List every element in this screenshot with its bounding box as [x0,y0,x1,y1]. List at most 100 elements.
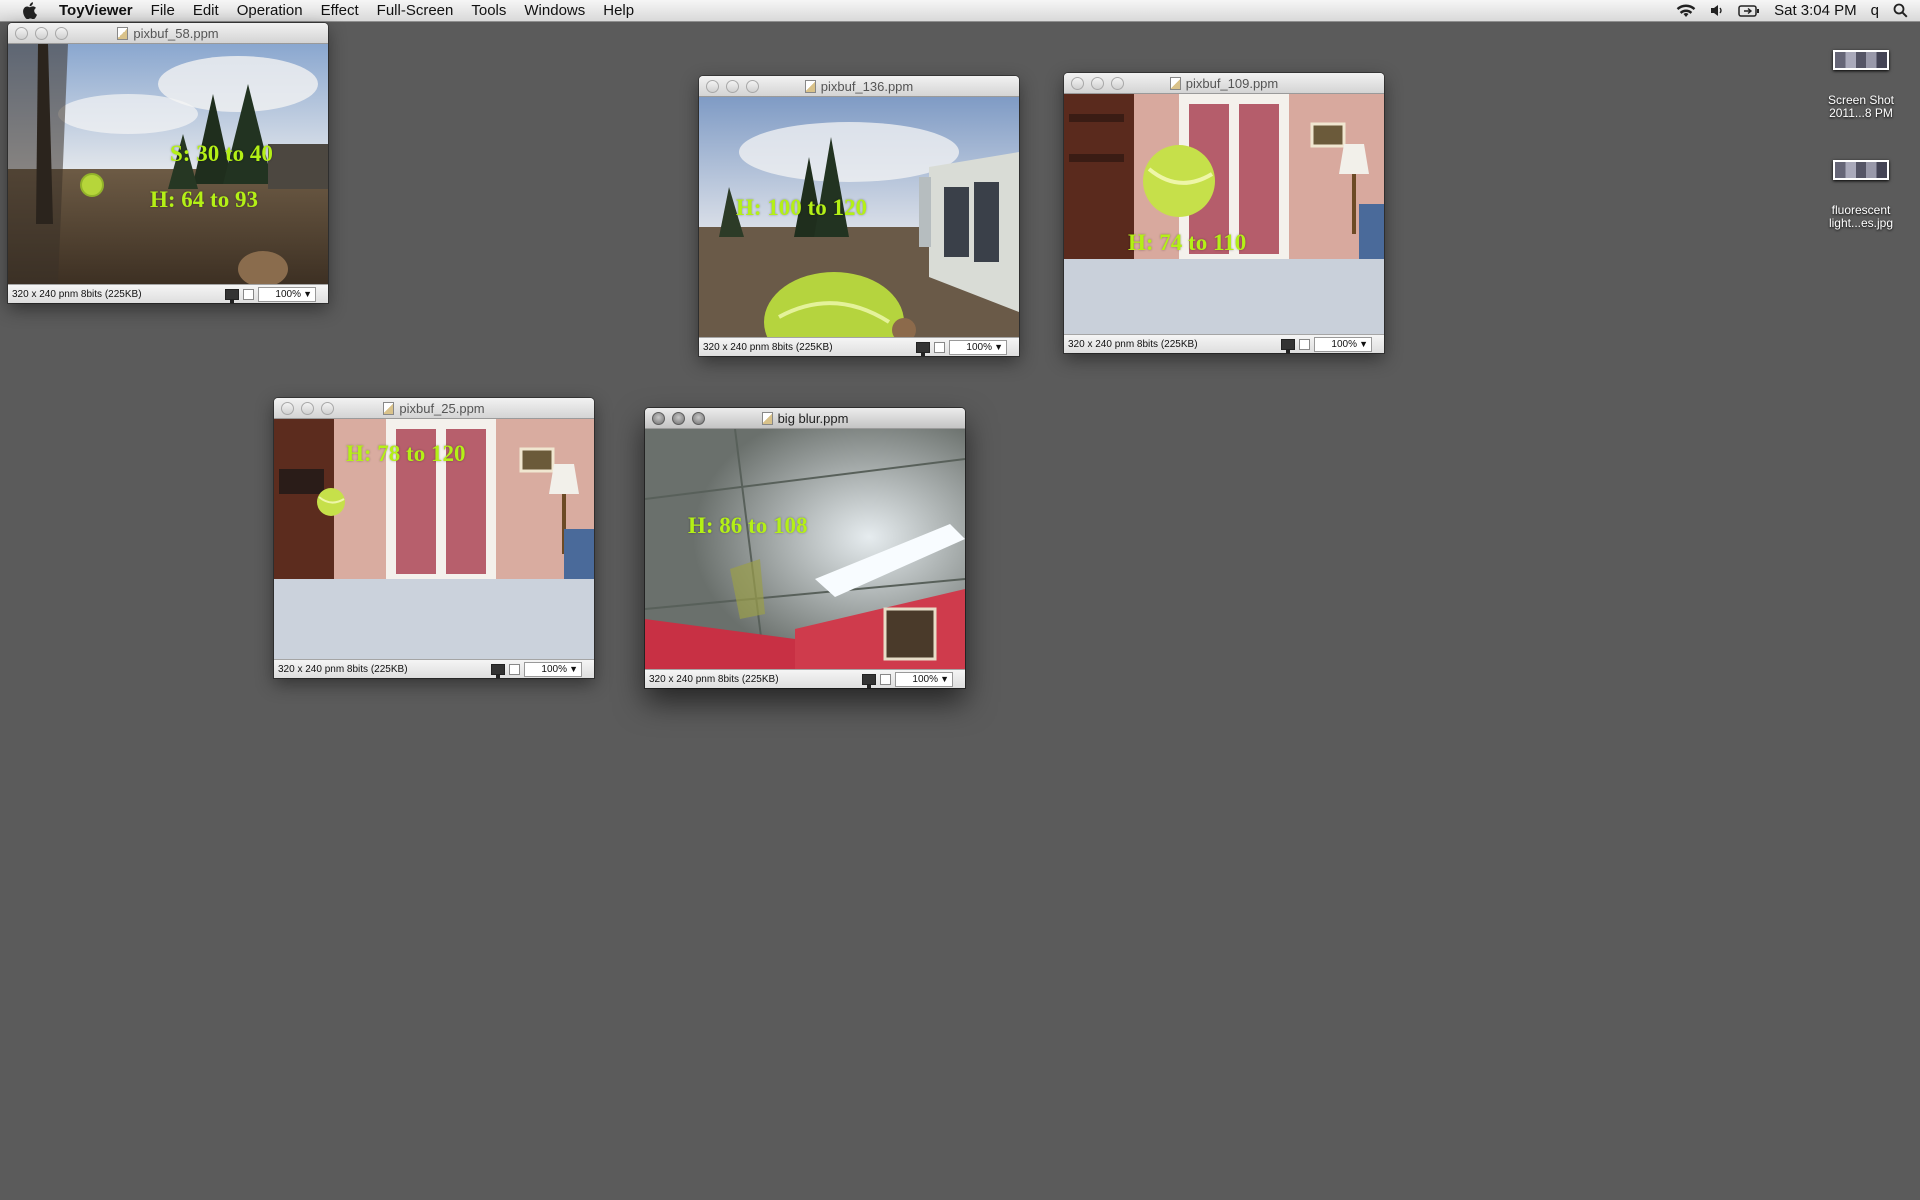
minimize-button[interactable] [672,412,685,425]
status-bar: 320 x 240 pnm 8bits (225KB) 100% ▼ [645,669,965,688]
display-icon[interactable] [1281,339,1295,353]
zoom-value: 100% [541,664,567,675]
image-canvas[interactable]: H: 74 to 110 [1064,94,1384,334]
display-icon[interactable] [916,342,930,356]
zoom-select[interactable]: 100% ▼ [524,662,582,677]
image-window-pixbuf-136[interactable]: pixbuf_136.ppm H: 100 to 120 320 x 240 p… [699,76,1019,356]
image-window-pixbuf-109[interactable]: pixbuf_109.ppm H: 74 to 110 320 x 240 pn… [1064,73,1384,353]
image-window-pixbuf-25[interactable]: pixbuf_25.ppm H: 78 to 120 320 x 240 pnm… [274,398,594,678]
document-icon [383,401,395,415]
menu-edit[interactable]: Edit [184,0,228,22]
minimize-button[interactable] [726,80,739,93]
zoom-select[interactable]: 100% ▼ [1314,337,1372,352]
window-titlebar[interactable]: big blur.ppm [645,408,965,429]
close-button[interactable] [706,80,719,93]
window-titlebar[interactable]: pixbuf_25.ppm [274,398,594,419]
menu-app-name[interactable]: ToyViewer [50,0,142,22]
display-icon[interactable] [225,289,239,303]
zoom-value: 100% [1331,339,1357,350]
menu-full-screen[interactable]: Full-Screen [368,0,463,22]
dropdown-arrow-icon: ▼ [994,342,1003,352]
window-title: big blur.ppm [777,410,849,426]
ceiling-light-photo [645,429,965,669]
image-thumbnail-icon [1833,160,1889,180]
image-info: 320 x 240 pnm 8bits (225KB) [12,288,142,300]
menu-bar: ToyViewer File Edit Operation Effect Ful… [0,0,1920,22]
zoom-button[interactable] [692,412,705,425]
volume-icon[interactable] [1710,4,1724,17]
hsv-label: H: 64 to 93 [150,187,258,212]
zoom-select[interactable]: 100% ▼ [895,672,953,687]
window-titlebar[interactable]: pixbuf_58.ppm [8,23,328,44]
minimize-button[interactable] [1091,77,1104,90]
image-window-pixbuf-58[interactable]: pixbuf_58.ppm S: 30 to 40 H: 64 to 93 32… [8,23,328,303]
option-checkbox[interactable] [880,674,891,685]
image-thumbnail-icon [1833,50,1889,70]
close-button[interactable] [652,412,665,425]
image-canvas[interactable]: H: 86 to 108 [645,429,965,669]
image-info: 320 x 240 pnm 8bits (225KB) [703,341,833,353]
status-bar: 320 x 240 pnm 8bits (225KB) 100% ▼ [8,284,328,303]
dropdown-arrow-icon: ▼ [569,664,578,674]
minimize-button[interactable] [35,27,48,40]
spotlight-search-icon[interactable] [1893,3,1908,18]
window-titlebar[interactable]: pixbuf_136.ppm [699,76,1019,97]
zoom-select[interactable]: 100% ▼ [258,287,316,302]
menu-help[interactable]: Help [594,0,643,22]
close-button[interactable] [15,27,28,40]
option-checkbox[interactable] [509,664,520,675]
dropdown-arrow-icon: ▼ [940,674,949,684]
menu-tools[interactable]: Tools [462,0,515,22]
document-icon [1169,76,1181,90]
zoom-button[interactable] [321,402,334,415]
zoom-value: 100% [912,674,938,685]
close-button[interactable] [281,402,294,415]
close-button[interactable] [1071,77,1084,90]
document-icon [761,411,773,425]
apple-menu-icon[interactable] [18,0,40,22]
file-name-line2: 2011...8 PM [1829,106,1893,120]
desktop-file-screenshot[interactable]: Screen Shot 2011...8 PM [1816,50,1906,120]
window-title: pixbuf_25.ppm [399,400,485,416]
menu-windows[interactable]: Windows [515,0,594,22]
zoom-select[interactable]: 100% ▼ [949,340,1007,355]
hsv-label: H: 86 to 108 [688,513,808,538]
status-bar: 320 x 240 pnm 8bits (225KB) 100% ▼ [1064,334,1384,353]
display-icon[interactable] [862,674,876,688]
hsv-label: S: 30 to 40 [170,141,273,166]
option-checkbox[interactable] [243,289,254,300]
menu-file[interactable]: File [142,0,184,22]
image-window-big-blur[interactable]: big blur.ppm H: 86 to 108 320 x 240 pnm … [645,408,965,688]
hsv-label: H: 78 to 120 [346,441,466,466]
hsv-label: H: 100 to 120 [736,195,867,220]
window-title: pixbuf_136.ppm [820,78,914,94]
file-name-line2: light...es.jpg [1828,216,1894,230]
zoom-value: 100% [966,342,992,353]
image-info: 320 x 240 pnm 8bits (225KB) [649,673,779,685]
user-menu[interactable]: q [1871,2,1879,19]
status-bar: 320 x 240 pnm 8bits (225KB) 100% ▼ [699,337,1019,356]
wifi-icon[interactable] [1676,3,1696,18]
zoom-button[interactable] [55,27,68,40]
image-canvas[interactable]: H: 78 to 120 [274,419,594,659]
window-title: pixbuf_109.ppm [1185,75,1279,91]
desktop-file-fluorescent-light[interactable]: fluorescent light...es.jpg [1816,160,1906,230]
document-icon [804,79,816,93]
menu-effect[interactable]: Effect [312,0,368,22]
image-canvas[interactable]: H: 100 to 120 [699,97,1019,337]
menu-clock[interactable]: Sat 3:04 PM [1774,2,1857,19]
battery-icon[interactable] [1738,4,1760,17]
display-icon[interactable] [491,664,505,678]
option-checkbox[interactable] [934,342,945,353]
window-titlebar[interactable]: pixbuf_109.ppm [1064,73,1384,94]
zoom-button[interactable] [746,80,759,93]
image-info: 320 x 240 pnm 8bits (225KB) [278,663,408,675]
menu-operation[interactable]: Operation [228,0,312,22]
dropdown-arrow-icon: ▼ [1359,339,1368,349]
image-canvas[interactable]: S: 30 to 40 H: 64 to 93 [8,44,328,284]
minimize-button[interactable] [301,402,314,415]
living-room-photo [1064,94,1384,334]
option-checkbox[interactable] [1299,339,1310,350]
zoom-button[interactable] [1111,77,1124,90]
window-title: pixbuf_58.ppm [133,25,219,41]
